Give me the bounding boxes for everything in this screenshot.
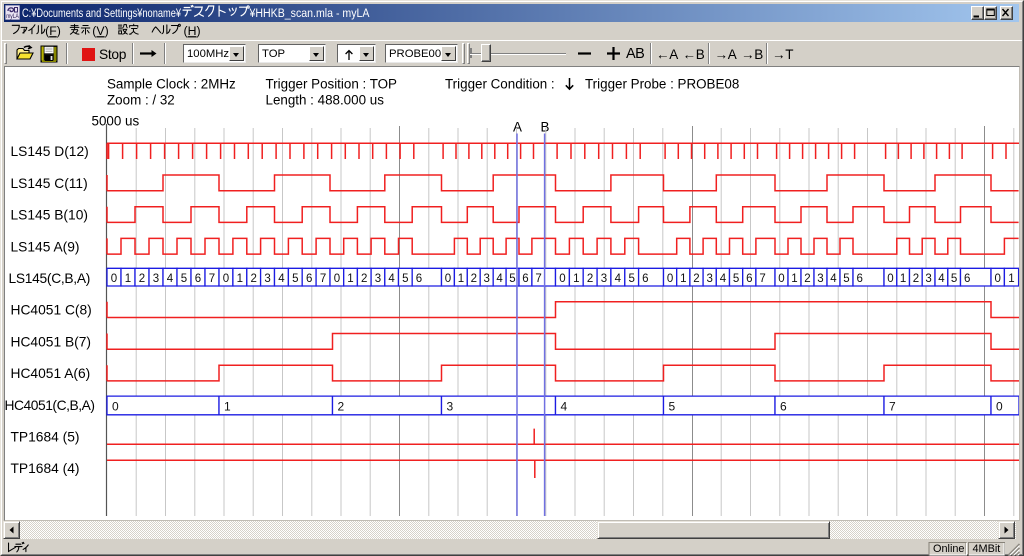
svg-text:4: 4 (720, 273, 727, 285)
svg-text:6: 6 (746, 273, 752, 285)
svg-text:2: 2 (338, 400, 345, 414)
svg-text:5: 5 (951, 273, 957, 285)
svg-text:TP1684 (5): TP1684 (5) (11, 430, 80, 445)
svg-text:1: 1 (458, 273, 464, 285)
svg-text:2: 2 (804, 273, 810, 285)
svg-text:Zoom : / 32: Zoom : / 32 (107, 92, 175, 107)
svg-text:LS145(C,B,A): LS145(C,B,A) (9, 271, 91, 286)
svg-text:0: 0 (559, 273, 565, 285)
svg-text:3: 3 (706, 273, 712, 285)
svg-text:1: 1 (125, 273, 131, 285)
svg-text:4: 4 (167, 273, 174, 285)
svg-text:3: 3 (817, 273, 823, 285)
svg-text:7: 7 (889, 400, 896, 414)
svg-text:1: 1 (680, 273, 686, 285)
svg-text:5: 5 (181, 273, 187, 285)
svg-text:1: 1 (224, 400, 231, 414)
svg-text:C:¥Documents and Settings¥nona: C:¥Documents and Settings¥noname¥ (22, 6, 181, 20)
svg-text:Trigger Probe : PROBE08: Trigger Probe : PROBE08 (585, 76, 739, 91)
svg-text:1: 1 (1008, 273, 1014, 285)
svg-text:0: 0 (112, 400, 119, 414)
svg-text:A: A (513, 120, 522, 135)
svg-text:0: 0 (994, 273, 1000, 285)
svg-text:5: 5 (292, 273, 298, 285)
svg-text:6: 6 (306, 273, 312, 285)
svg-text:3: 3 (925, 273, 931, 285)
svg-text:5: 5 (669, 400, 676, 414)
svg-text:4MBit: 4MBit (973, 543, 1001, 555)
svg-text:0: 0 (223, 273, 229, 285)
svg-text:3: 3 (153, 273, 159, 285)
svg-text:(H): (H) (184, 24, 201, 38)
svg-text:2: 2 (471, 273, 477, 285)
svg-text:3: 3 (447, 400, 454, 414)
svg-text:7: 7 (535, 273, 541, 285)
svg-text:6: 6 (195, 273, 201, 285)
svg-text:7: 7 (759, 273, 765, 285)
svg-text:6: 6 (522, 273, 528, 285)
svg-text:Length : 488.000 us: Length : 488.000 us (266, 92, 385, 107)
svg-text:HC4051(C,B,A): HC4051(C,B,A) (5, 398, 95, 413)
svg-text:6: 6 (642, 273, 648, 285)
svg-text:0: 0 (778, 273, 784, 285)
svg-text:3: 3 (483, 273, 489, 285)
svg-text:2: 2 (693, 273, 699, 285)
svg-text:1: 1 (791, 273, 797, 285)
svg-text:HC4051 C(8): HC4051 C(8) (11, 303, 92, 318)
svg-text:0: 0 (996, 400, 1003, 414)
svg-text:Sample Clock : 2MHz: Sample Clock : 2MHz (107, 76, 236, 91)
svg-text:1: 1 (900, 273, 906, 285)
svg-text:Trigger Position : TOP: Trigger Position : TOP (266, 76, 398, 91)
svg-text:Trigger Condition :: Trigger Condition : (445, 76, 555, 91)
svg-text:0: 0 (111, 273, 117, 285)
svg-text:5: 5 (628, 273, 634, 285)
svg-text:(V): (V) (92, 24, 108, 38)
svg-text:HC4051 B(7): HC4051 B(7) (11, 334, 92, 349)
svg-text:B: B (541, 120, 550, 135)
svg-text:1: 1 (347, 273, 353, 285)
svg-text:(F): (F) (45, 24, 61, 38)
svg-text:7: 7 (320, 273, 326, 285)
svg-text:2: 2 (139, 273, 145, 285)
svg-text:2: 2 (913, 273, 919, 285)
svg-text:5: 5 (402, 273, 408, 285)
svg-text:3: 3 (264, 273, 270, 285)
svg-text:5: 5 (733, 273, 739, 285)
svg-text:LS145 A(9): LS145 A(9) (11, 239, 80, 254)
svg-text:4: 4 (561, 400, 568, 414)
svg-text:7: 7 (209, 273, 215, 285)
svg-text:4: 4 (938, 273, 945, 285)
svg-text:LS145 B(10): LS145 B(10) (11, 208, 88, 223)
svg-text:6: 6 (780, 400, 787, 414)
svg-text:2: 2 (250, 273, 256, 285)
svg-text:5000 us: 5000 us (92, 113, 140, 128)
svg-text:6: 6 (964, 273, 970, 285)
svg-text:2: 2 (587, 273, 593, 285)
svg-text:5: 5 (843, 273, 849, 285)
svg-text:0: 0 (334, 273, 340, 285)
svg-text:3: 3 (375, 273, 381, 285)
svg-text:4: 4 (615, 273, 622, 285)
svg-text:4: 4 (278, 273, 285, 285)
svg-text:HC4051 A(6): HC4051 A(6) (11, 366, 91, 381)
svg-text:3: 3 (601, 273, 607, 285)
svg-text:1: 1 (573, 273, 579, 285)
svg-text:6: 6 (416, 273, 422, 285)
svg-text:1: 1 (237, 273, 243, 285)
svg-text:0: 0 (887, 273, 893, 285)
svg-text:5: 5 (509, 273, 515, 285)
svg-text:LS145 D(12): LS145 D(12) (11, 144, 89, 159)
svg-text:4: 4 (830, 273, 837, 285)
svg-text:4: 4 (388, 273, 395, 285)
svg-text:TP1684 (4): TP1684 (4) (11, 461, 80, 476)
svg-text:Online: Online (933, 543, 964, 555)
svg-text:0: 0 (445, 273, 451, 285)
svg-text:0: 0 (667, 273, 673, 285)
svg-text:LS145 C(11): LS145 C(11) (11, 176, 88, 191)
svg-text:2: 2 (361, 273, 367, 285)
svg-text:myLA: myLA (6, 13, 19, 20)
svg-text:4: 4 (496, 273, 503, 285)
svg-text:6: 6 (857, 273, 863, 285)
svg-text:¥HHKB_scan.mla - myLA: ¥HHKB_scan.mla - myLA (249, 6, 370, 20)
